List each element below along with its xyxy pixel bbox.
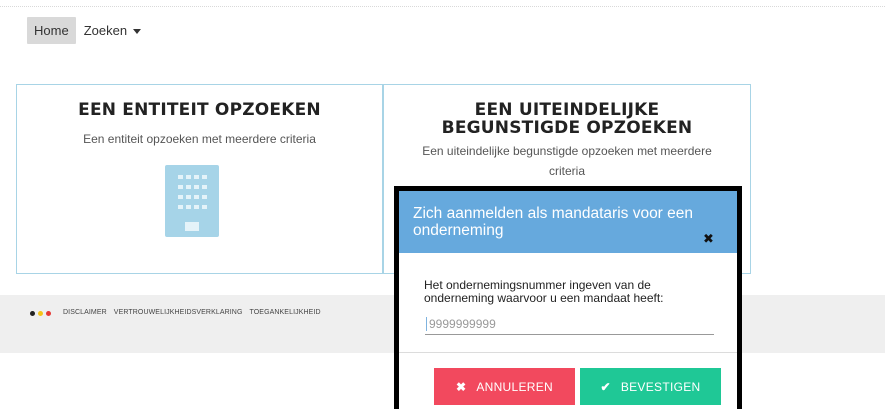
confirm-button-label: BEVESTIGEN	[620, 379, 701, 394]
footer-link-privacy[interactable]: VERTROUWELIJKHEIDSVERKLARING	[114, 309, 243, 316]
confirm-button[interactable]: ✔ BEVESTIGEN	[580, 368, 721, 405]
check-icon: ✔	[600, 379, 611, 394]
caret-down-icon	[133, 28, 142, 34]
modal-title: Zich aanmelden als mandataris voor een o…	[413, 205, 694, 239]
modal-header: Zich aanmelden als mandataris voor een o…	[399, 191, 737, 253]
mandate-login-modal: Zich aanmelden als mandataris voor een o…	[394, 186, 742, 409]
footer-link-disclaimer[interactable]: DISCLAIMER	[63, 309, 107, 316]
card-title: EEN UITEINDELIJKE BEGUNSTIGDE OPZOEKEN	[441, 100, 693, 138]
close-icon: ✖	[455, 379, 467, 394]
company-number-input[interactable]	[425, 313, 714, 335]
modal-divider	[399, 352, 737, 353]
footer-link-accessibility[interactable]: TOEGANKELIJKHEID	[250, 309, 321, 316]
text-cursor	[426, 317, 427, 331]
flag-dots-icon	[30, 311, 51, 316]
company-number-label: Het ondernemingsnummer ingeven van de on…	[424, 278, 664, 305]
card-description: Een uiteindelijke begunstigde opzoeken m…	[422, 144, 712, 178]
top-divider	[0, 6, 885, 7]
top-nav: Home Zoeken	[27, 17, 142, 44]
cancel-button[interactable]: ✖ ANNULEREN	[434, 368, 575, 405]
footer-links: DISCLAIMER VERTROUWELIJKHEIDSVERKLARING …	[63, 309, 321, 316]
nav-home[interactable]: Home	[27, 17, 76, 44]
card-search-entity[interactable]: EEN ENTITEIT OPZOEKEN Een entiteit opzoe…	[16, 84, 383, 274]
card-title: EEN ENTITEIT OPZOEKEN	[78, 100, 321, 120]
building-icon	[165, 165, 219, 237]
card-description: Een entiteit opzoeken met meerdere crite…	[83, 132, 316, 146]
nav-search-dropdown[interactable]: Zoeken	[83, 23, 142, 38]
nav-search-label: Zoeken	[83, 23, 128, 38]
close-icon[interactable]: ✖	[703, 231, 714, 247]
cancel-button-label: ANNULEREN	[476, 379, 554, 394]
